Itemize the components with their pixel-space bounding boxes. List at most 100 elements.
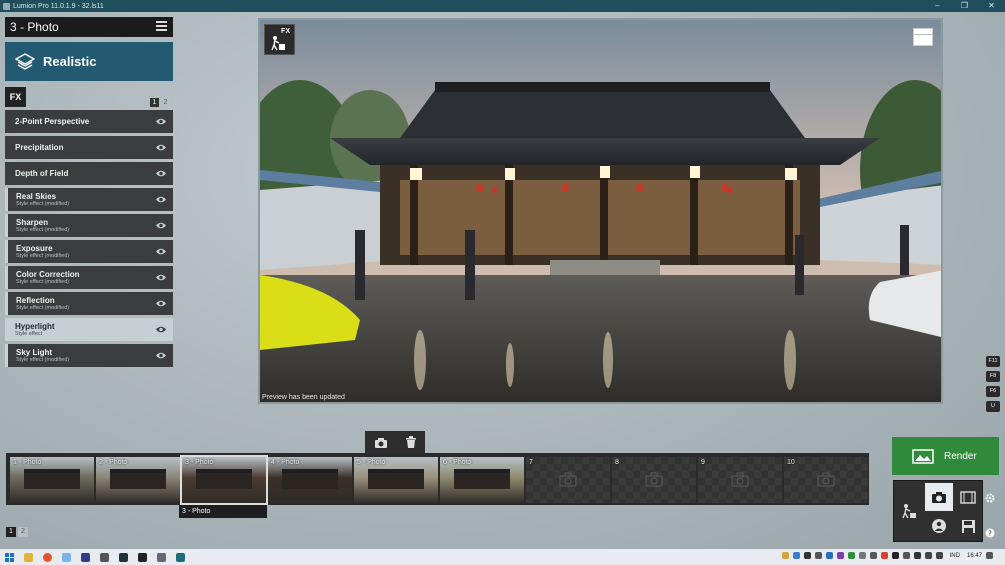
thumbnail-image: [24, 469, 80, 489]
fx-item[interactable]: 2-Point Perspective: [5, 110, 173, 133]
eye-visibility-icon[interactable]: [155, 195, 167, 204]
fx-item-subtitle: Style effect (modified): [16, 278, 70, 285]
fx-page-1[interactable]: 1: [150, 98, 159, 107]
browser-icon[interactable]: [43, 552, 52, 562]
eye-visibility-icon[interactable]: [155, 143, 167, 152]
empty-slot-camera-icon: [817, 472, 835, 487]
fx-item[interactable]: Real Skies Style effect (modified): [5, 188, 173, 211]
tray-icon[interactable]: [781, 552, 789, 559]
filmstrip-slot[interactable]: 2 - Photo: [96, 457, 180, 503]
hamburger-menu-icon[interactable]: [156, 21, 167, 32]
eye-visibility-icon[interactable]: [155, 117, 167, 126]
filmstrip-slot[interactable]: 9: [698, 457, 782, 503]
steam-icon[interactable]: [119, 552, 128, 562]
fx-item-name: Hyperlight: [15, 321, 55, 331]
taskbar-app-icon[interactable]: [62, 552, 71, 562]
movie-mode-button[interactable]: [954, 483, 982, 511]
fx-page-2[interactable]: 2: [161, 98, 170, 107]
filmstrip-slot[interactable]: 7: [526, 457, 610, 503]
photo-mode-button[interactable]: [925, 483, 953, 511]
mode-switcher: [893, 480, 983, 542]
input-language[interactable]: IND: [950, 553, 960, 559]
style-preset-button[interactable]: Realistic: [5, 42, 173, 81]
filmstrip-slot[interactable]: 5 - Photo: [354, 457, 438, 503]
wifi-icon[interactable]: [924, 552, 932, 559]
fx-tab[interactable]: FX: [5, 87, 26, 107]
fx-button[interactable]: FX: [264, 24, 295, 55]
eye-visibility-icon[interactable]: [155, 221, 167, 230]
tray-icon[interactable]: [913, 552, 921, 559]
tray-icon[interactable]: [803, 552, 811, 559]
lumion-taskbar-icon[interactable]: [176, 552, 185, 562]
tray-icon[interactable]: [880, 552, 888, 559]
eye-visibility-icon[interactable]: [155, 351, 167, 360]
tray-icon[interactable]: [825, 552, 833, 559]
eye-visibility-icon[interactable]: [155, 169, 167, 178]
filmstrip-slot[interactable]: 6 - Photo: [440, 457, 524, 503]
filmstrip-slot[interactable]: 4 - Photo: [268, 457, 352, 503]
system-tray: IND 16:47: [781, 552, 993, 559]
save-button[interactable]: [954, 512, 982, 540]
panorama-mode-button[interactable]: [925, 512, 953, 540]
fx-item[interactable]: Sharpen Style effect (modified): [5, 214, 173, 237]
help-icon[interactable]: ?: [985, 525, 995, 543]
fx-item[interactable]: Color Correction Style effect (modified): [5, 266, 173, 289]
fx-item-name: Exposure: [16, 243, 53, 253]
fx-item[interactable]: Exposure Style effect (modified): [5, 240, 173, 263]
fx-item[interactable]: Hyperlight Style effect: [5, 318, 173, 341]
fx-item-subtitle: Style effect (modified): [16, 304, 70, 311]
filmstrip-slot-label: 3 - Photo: [185, 459, 214, 466]
volume-icon[interactable]: [935, 552, 943, 559]
tray-icon[interactable]: [792, 552, 800, 559]
filmstrip-page-2[interactable]: 2: [18, 527, 28, 537]
close-button[interactable]: ✕: [978, 0, 1005, 12]
tray-icon[interactable]: [858, 552, 866, 559]
fkey-f6[interactable]: F6: [986, 386, 1000, 397]
filmstrip-slot[interactable]: 10: [784, 457, 868, 503]
mode-title: 3 - Photo: [10, 20, 59, 34]
clock-time[interactable]: 16:47: [967, 553, 982, 559]
filmstrip-slot[interactable]: 1 - Photo: [10, 457, 94, 503]
minimize-button[interactable]: –: [924, 0, 951, 12]
eye-visibility-icon[interactable]: [155, 299, 167, 308]
trash-icon[interactable]: [405, 436, 417, 449]
tray-icon[interactable]: [902, 552, 910, 559]
fx-list: 2-Point Perspective Precipitation Depth of…: [5, 110, 173, 370]
build-mode-button[interactable]: [895, 497, 923, 525]
panorama-globe-icon: [932, 519, 946, 533]
notification-icon[interactable]: [986, 552, 993, 559]
fullscreen-preview-button[interactable]: [913, 28, 933, 46]
fx-item[interactable]: Precipitation: [5, 136, 173, 159]
maximize-button[interactable]: ❐: [951, 0, 978, 12]
photoshop-icon[interactable]: [81, 552, 90, 562]
settings-gear-icon[interactable]: [985, 490, 995, 508]
search-app-icon[interactable]: [100, 552, 109, 562]
fx-item[interactable]: Sky Light Style effect (modified): [5, 344, 173, 367]
tray-icon[interactable]: [836, 552, 844, 559]
filmstrip-page-1[interactable]: 1: [6, 527, 16, 537]
eye-visibility-icon[interactable]: [155, 325, 167, 334]
taskbar-app-icon-2[interactable]: [138, 552, 147, 562]
tray-icon[interactable]: [891, 552, 899, 559]
fkey-f8[interactable]: F8: [986, 371, 1000, 382]
fkey-f11[interactable]: F11: [986, 356, 1000, 367]
window-titlebar: Lumion Pro 11.0.1.9 - 32.ls11 – ❐ ✕: [0, 0, 1005, 12]
file-explorer-icon[interactable]: [24, 552, 33, 562]
tray-icon[interactable]: [814, 552, 822, 559]
windows-start-icon[interactable]: [5, 552, 14, 562]
fx-item[interactable]: Reflection Style effect (modified): [5, 292, 173, 315]
filmstrip-slot[interactable]: 3 - Photo: [180, 455, 268, 505]
eye-visibility-icon[interactable]: [155, 273, 167, 282]
taskbar-app-icon-3[interactable]: [157, 552, 166, 562]
scene-preview-image: [260, 20, 941, 402]
render-button[interactable]: Render: [892, 437, 999, 475]
camera-save-icon[interactable]: [374, 437, 388, 449]
filmstrip-slot[interactable]: 8: [612, 457, 696, 503]
eye-visibility-icon[interactable]: [155, 247, 167, 256]
tray-icon[interactable]: [847, 552, 855, 559]
fx-item[interactable]: Depth of Field: [5, 162, 173, 185]
tray-icon[interactable]: [869, 552, 877, 559]
fkey-u[interactable]: U: [986, 401, 1000, 412]
render-preview[interactable]: [258, 18, 943, 404]
photo-camera-icon: [932, 491, 946, 503]
